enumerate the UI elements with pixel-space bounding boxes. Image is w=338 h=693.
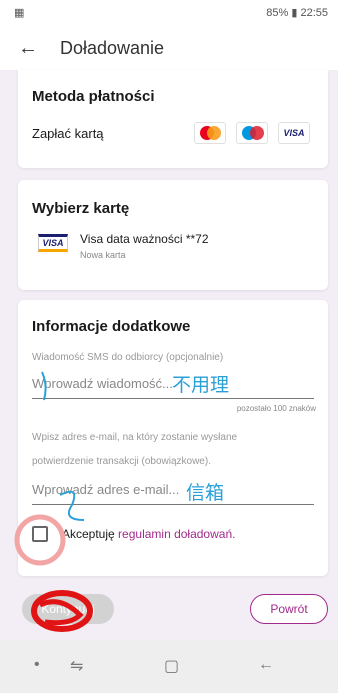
bottom-actions: Kontynuuj Powrót <box>0 580 338 640</box>
choose-card-title: Wybierz kartę <box>32 200 130 217</box>
additional-info-card: Informacje dodatkowe Wiadomość SMS do od… <box>18 300 328 576</box>
pay-by-card-label: Zapłać kartą <box>32 126 104 141</box>
email-input-underline <box>32 504 314 505</box>
visa-icon[interactable]: VISA <box>278 122 310 144</box>
choose-card-card: Wybierz kartę VISA Visa data ważności **… <box>18 180 328 290</box>
page-title: Doładowanie <box>60 37 165 58</box>
visa-card-icon[interactable]: VISA <box>38 234 68 252</box>
additional-info-title: Informacje dodatkowe <box>32 318 191 335</box>
mastercard-icon[interactable] <box>194 122 226 144</box>
status-bar: ▦ 85% ▮ 22:55 <box>0 0 338 26</box>
app-bar: ← Doładowanie <box>0 26 338 70</box>
payment-method-card: Metoda płatności Zapłać kartą VISA <box>18 70 328 168</box>
char-counter: pozostało 100 znaków <box>236 404 316 413</box>
home-icon[interactable]: ▢ <box>164 656 179 676</box>
email-input[interactable]: Wprowadź adres e-mail... <box>32 482 179 497</box>
image-icon: ▦ <box>14 7 25 19</box>
system-nav-bar: • ⇋ ▢ ← <box>0 640 338 693</box>
dot-icon[interactable]: • <box>34 656 40 674</box>
payment-method-title: Metoda płatności <box>32 88 155 105</box>
accept-terms-text: Akceptuję regulamin doładowań. <box>62 527 235 541</box>
sms-handwritten-note: 不用理 <box>172 375 230 396</box>
back-button[interactable]: Powrót <box>250 594 328 624</box>
main-content: Metoda płatności Zapłać kartą VISA Wybie… <box>0 70 338 580</box>
accept-prefix: Akceptuję <box>62 527 119 541</box>
card-name[interactable]: Visa data ważności **72 <box>80 232 209 246</box>
sms-input[interactable]: Wprowadź wiadomość... <box>32 376 173 391</box>
terms-link[interactable]: regulamin doładowań. <box>118 527 235 541</box>
sms-input-underline <box>32 398 314 399</box>
back-arrow-icon[interactable]: ← <box>18 37 40 60</box>
email-handwritten-note: 信箱 <box>186 483 225 504</box>
payment-icons: VISA <box>194 122 310 144</box>
accept-terms-checkbox[interactable] <box>32 526 48 542</box>
email-label-line2: potwierdzenie transakcji (obowiązkowe). <box>32 456 211 467</box>
card-subtitle: Nowa karta <box>80 250 126 260</box>
status-right: 85% ▮ 22:55 <box>266 7 328 19</box>
nav-back-icon[interactable]: ← <box>258 656 274 674</box>
sms-label: Wiadomość SMS do odbiorcy (opcjonalnie) <box>32 352 224 363</box>
email-label-line1: Wpisz adres e-mail, na który zostanie wy… <box>32 432 238 443</box>
continue-button[interactable]: Kontynuuj <box>22 594 114 624</box>
recents-icon[interactable]: ⇋ <box>70 656 83 676</box>
maestro-icon[interactable] <box>236 122 268 144</box>
